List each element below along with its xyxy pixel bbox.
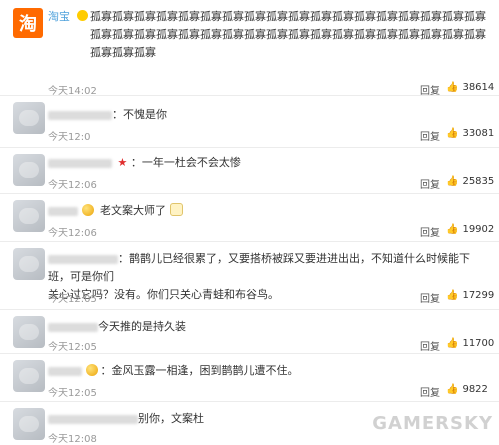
reply-button[interactable]: 回复 xyxy=(420,128,440,143)
comment-time: 今天12:05 xyxy=(48,342,97,353)
blurred-username xyxy=(48,366,82,376)
blurred-username xyxy=(48,158,112,168)
like-button[interactable]: 👍 38614 xyxy=(446,82,494,93)
avatar[interactable] xyxy=(13,154,45,186)
thumbs-up-icon: 👍 xyxy=(446,176,459,187)
like-count: 33081 xyxy=(462,128,495,139)
reply-button[interactable]: 回复 xyxy=(420,384,440,399)
comment-item: 今天推的是持久装 今天12:05 回复 👍 11700 xyxy=(0,310,499,354)
avatar-blur xyxy=(19,416,39,432)
star-icon: ★ xyxy=(117,156,128,169)
comment-item: ：金风玉露一相逢，困到鹊鹊儿遭不住。 今天12:05 回复 👍 9822 xyxy=(0,354,499,402)
comment-item: ★ ：一年一杜会不会太惨 今天12:06 回复 👍 25835 xyxy=(0,148,499,194)
comment-time: 今天12:06 xyxy=(48,228,97,239)
avatar-blur xyxy=(19,110,39,126)
like-button[interactable]: 👍 33081 xyxy=(446,128,494,139)
comment-text: ：不愧是你 xyxy=(48,106,488,124)
avatar-blur xyxy=(19,324,39,340)
comment-item: ：鹊鹊儿已经很累了，又要搭桥被踩又要进进出出，不知道什么时候能下班，可是你们 关… xyxy=(0,242,499,310)
cat-emoji-icon xyxy=(169,203,183,216)
blurred-username xyxy=(48,254,118,264)
comment-text: ：金风玉露一相逢，困到鹊鹊儿遭不住。 xyxy=(48,362,488,380)
comment-time: 今天12:05 xyxy=(48,388,97,399)
avatar[interactable] xyxy=(13,360,45,392)
avatar[interactable] xyxy=(13,102,45,134)
comment-time: 今天12:05 xyxy=(48,294,97,305)
avatar-text: 淘 xyxy=(19,14,37,35)
username-link[interactable]: 淘宝 xyxy=(48,10,70,23)
thumbs-up-icon: 👍 xyxy=(446,224,459,235)
blurred-username xyxy=(48,414,138,424)
emoji-icon xyxy=(85,364,98,376)
like-button[interactable]: 👍 17299 xyxy=(446,290,494,301)
like-count: 17299 xyxy=(462,290,495,301)
comment-text: 别你，文案杜 xyxy=(48,410,488,428)
avatar[interactable]: 淘 xyxy=(13,8,43,38)
thumbs-up-icon: 👍 xyxy=(446,290,459,301)
comment-time: 今天14:02 xyxy=(48,86,97,97)
thumbs-up-icon: 👍 xyxy=(446,128,459,139)
avatar-blur xyxy=(19,162,39,178)
reply-button[interactable]: 回复 xyxy=(420,176,440,191)
like-button[interactable]: 👍 9822 xyxy=(446,384,488,395)
comment-text: ★ ：一年一杜会不会太惨 xyxy=(48,154,488,172)
avatar-blur xyxy=(19,368,39,384)
blurred-username xyxy=(48,110,112,120)
reply-button[interactable]: 回复 xyxy=(420,290,440,305)
like-button[interactable]: 👍 19902 xyxy=(446,224,494,235)
comment-text: 老文案大师了 xyxy=(48,202,488,220)
comment-time: 今天12:08 xyxy=(48,434,97,445)
emoji-icon xyxy=(81,204,94,216)
comment-feed: 淘 淘宝 孤寡孤寡孤寡孤寡孤寡孤寡孤寡孤寡孤寡孤寡孤寡孤寡孤寡孤寡孤寡孤寡孤寡孤… xyxy=(0,0,499,445)
like-count: 9822 xyxy=(462,384,488,395)
reply-button[interactable]: 回复 xyxy=(420,82,440,97)
thumbs-up-icon: 👍 xyxy=(446,338,459,349)
avatar[interactable] xyxy=(13,316,45,348)
comment-time: 今天12:0 xyxy=(48,132,91,143)
like-count: 11700 xyxy=(462,338,495,349)
reply-button[interactable]: 回复 xyxy=(420,224,440,239)
blurred-username xyxy=(48,206,78,216)
comment-item: 淘 淘宝 孤寡孤寡孤寡孤寡孤寡孤寡孤寡孤寡孤寡孤寡孤寡孤寡孤寡孤寡孤寡孤寡孤寡孤… xyxy=(0,0,499,97)
like-count: 19902 xyxy=(462,224,495,235)
comment-time: 今天12:06 xyxy=(48,180,97,191)
avatar-blur xyxy=(19,256,39,272)
comment-text: 孤寡孤寡孤寡孤寡孤寡孤寡孤寡孤寡孤寡孤寡孤寡孤寡孤寡孤寡孤寡孤寡孤寡孤寡孤寡孤寡… xyxy=(90,10,486,59)
avatar[interactable] xyxy=(13,408,45,440)
comment-text: 今天推的是持久装 xyxy=(48,318,488,336)
like-count: 38614 xyxy=(462,82,495,93)
thumbs-up-icon: 👍 xyxy=(446,384,459,395)
comment-item: 老文案大师了 今天12:06 回复 👍 19902 xyxy=(0,194,499,242)
comment-header: 淘宝 xyxy=(48,8,88,24)
comment-item: 别你，文案杜 今天12:08 xyxy=(0,402,499,445)
like-button[interactable]: 👍 25835 xyxy=(446,176,494,187)
avatar-blur xyxy=(19,208,39,224)
like-count: 25835 xyxy=(462,176,495,187)
blurred-username xyxy=(48,322,98,332)
comment-item: ：不愧是你 今天12:0 回复 👍 33081 xyxy=(0,96,499,148)
avatar[interactable] xyxy=(13,248,45,280)
like-button[interactable]: 👍 11700 xyxy=(446,338,494,349)
avatar[interactable] xyxy=(13,200,45,232)
verified-badge-icon xyxy=(76,10,88,21)
reply-button[interactable]: 回复 xyxy=(420,338,440,353)
comment-line-1: ：鹊鹊儿已经很累了，又要搭桥被踩又要进进出出，不知道什么时候能下班，可是你们 xyxy=(48,252,470,283)
thumbs-up-icon: 👍 xyxy=(446,82,459,93)
